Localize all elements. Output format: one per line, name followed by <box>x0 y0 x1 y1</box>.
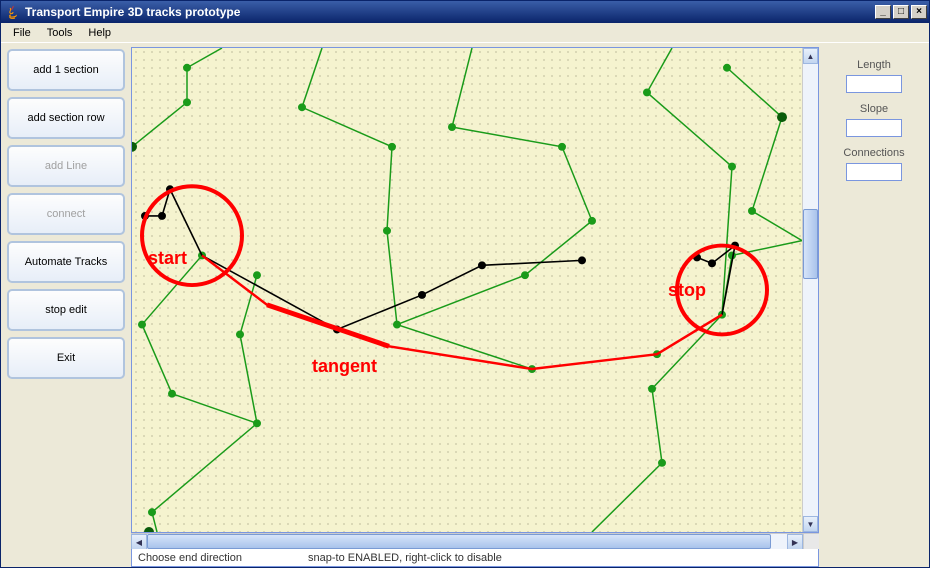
length-label: Length <box>825 59 923 71</box>
connections-input[interactable] <box>846 163 902 181</box>
menubar: File Tools Help <box>1 23 929 43</box>
annotation-stop: stop <box>668 280 706 301</box>
stop-edit-button[interactable]: stop edit <box>7 289 125 331</box>
menu-help[interactable]: Help <box>80 25 119 41</box>
annotation-tangent: tangent <box>312 356 377 377</box>
v-scroll-thumb[interactable] <box>803 209 818 279</box>
titlebar: Transport Empire 3D tracks prototype _ □… <box>1 1 929 23</box>
minimize-button[interactable]: _ <box>875 5 891 19</box>
status-hint: Choose end direction <box>132 552 302 564</box>
length-input[interactable] <box>846 75 902 93</box>
connect-button[interactable]: connect <box>7 193 125 235</box>
vertical-scrollbar[interactable]: ▲ ▼ <box>802 48 818 532</box>
close-button[interactable]: × <box>911 5 927 19</box>
connections-label: Connections <box>825 147 923 159</box>
scroll-right-button[interactable]: ▶ <box>787 534 803 550</box>
tool-panel: add 1 section add section row add Line c… <box>1 43 131 567</box>
status-snap: snap-to ENABLED, right-click to disable <box>302 552 508 564</box>
java-icon <box>5 4 21 20</box>
window-controls: _ □ × <box>873 5 929 19</box>
scroll-corner <box>803 534 819 549</box>
h-scroll-track[interactable] <box>147 534 787 549</box>
v-scroll-track[interactable] <box>803 64 818 516</box>
canvas-wrap: start stop tangent ▲ ▼ <box>131 47 819 533</box>
automate-tracks-button[interactable]: Automate Tracks <box>7 241 125 283</box>
h-scroll-thumb[interactable] <box>147 534 771 549</box>
add-line-button[interactable]: add Line <box>7 145 125 187</box>
slope-label: Slope <box>825 103 923 115</box>
scroll-up-button[interactable]: ▲ <box>803 48 818 64</box>
menu-tools[interactable]: Tools <box>39 25 81 41</box>
exit-button[interactable]: Exit <box>7 337 125 379</box>
properties-panel: Length Slope Connections <box>819 43 929 567</box>
content: add 1 section add section row add Line c… <box>1 43 929 567</box>
annotation-start: start <box>148 248 187 269</box>
window-title: Transport Empire 3D tracks prototype <box>25 5 240 19</box>
scroll-down-button[interactable]: ▼ <box>803 516 818 532</box>
add-1-section-button[interactable]: add 1 section <box>7 49 125 91</box>
center-panel: start stop tangent ▲ ▼ ◀ ▶ Choose end di… <box>131 43 819 567</box>
add-section-row-button[interactable]: add section row <box>7 97 125 139</box>
app-window: Transport Empire 3D tracks prototype _ □… <box>0 0 930 568</box>
slope-input[interactable] <box>846 119 902 137</box>
canvas[interactable]: start stop tangent <box>132 48 802 532</box>
maximize-button[interactable]: □ <box>893 5 909 19</box>
statusbar: Choose end direction snap-to ENABLED, ri… <box>131 549 819 567</box>
menu-file[interactable]: File <box>5 25 39 41</box>
horizontal-scrollbar[interactable]: ◀ ▶ <box>131 533 819 549</box>
scroll-left-button[interactable]: ◀ <box>131 534 147 550</box>
